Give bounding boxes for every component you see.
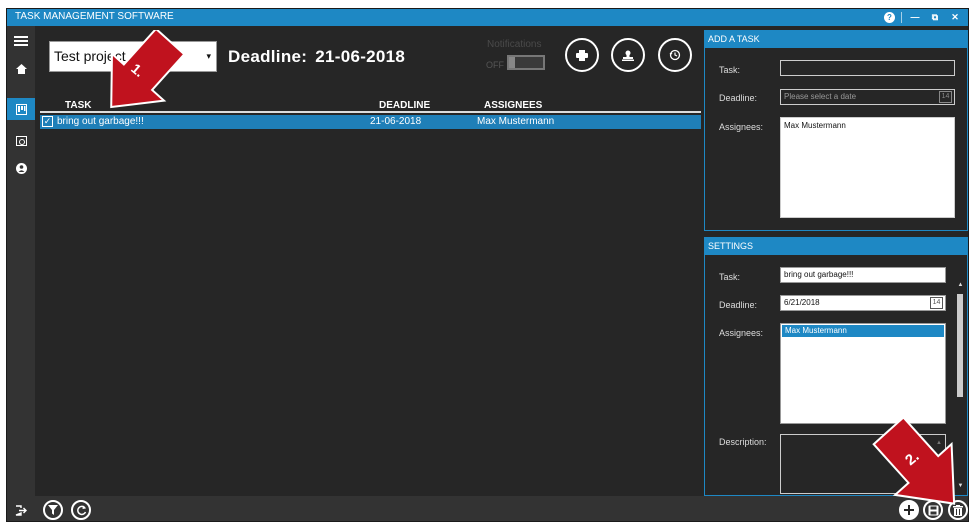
column-deadline[interactable]: DEADLINE — [379, 100, 430, 111]
title-separator — [901, 11, 902, 23]
hamburger-menu-icon[interactable] — [7, 30, 35, 52]
add-task-label: Task: — [719, 65, 741, 75]
close-icon[interactable]: ✕ — [948, 10, 962, 24]
refresh-icon[interactable] — [71, 500, 91, 520]
restore-icon[interactable]: ⧉ — [928, 10, 942, 24]
settings-task-input[interactable]: bring out garbage!!! — [780, 267, 946, 283]
bottom-bar — [7, 496, 968, 521]
calendar-icon[interactable]: 14 — [930, 297, 943, 309]
row-assignees: Max Mustermann — [477, 116, 555, 127]
print-button[interactable] — [565, 38, 599, 72]
add-deadline-picker[interactable]: Please select a date 14 — [780, 89, 955, 105]
annotation-arrow-2 — [872, 418, 956, 505]
chevron-down-icon: ▾ — [206, 51, 211, 61]
home-icon[interactable] — [7, 58, 35, 80]
minimize-icon[interactable]: — — [908, 10, 922, 24]
settings-title: SETTINGS — [705, 238, 967, 255]
settings-assignees-list[interactable]: Max Mustermann — [780, 323, 946, 424]
scrollbar-thumb[interactable] — [957, 294, 963, 397]
settings-deadline-value: 6/21/2018 — [784, 298, 820, 307]
list-item[interactable]: Max Mustermann — [784, 118, 954, 133]
add-task-input[interactable] — [780, 60, 955, 76]
notifications-label: Notifications — [487, 39, 542, 50]
calendar-history-icon[interactable] — [7, 129, 35, 151]
notifications-toggle[interactable] — [507, 55, 545, 70]
row-deadline: 21-06-2018 — [370, 116, 422, 127]
assign-user-button[interactable] — [611, 38, 645, 72]
user-icon[interactable] — [7, 157, 35, 179]
scroll-up-icon[interactable]: ▲ — [957, 282, 964, 288]
add-deadline-label: Deadline: — [719, 93, 758, 103]
history-icon — [669, 49, 681, 61]
sidebar — [7, 26, 35, 521]
settings-description-label: Description: — [719, 437, 767, 447]
task-board-icon[interactable] — [7, 98, 35, 120]
logout-icon[interactable] — [11, 500, 31, 520]
toggle-knob — [509, 57, 515, 68]
calendar-icon[interactable]: 14 — [939, 91, 952, 103]
filter-icon[interactable] — [43, 500, 63, 520]
settings-deadline-picker[interactable]: 6/21/2018 14 — [780, 295, 946, 311]
deadline-label: Deadline: — [228, 47, 308, 66]
window-title: TASK MANAGEMENT SOFTWARE — [15, 11, 174, 22]
add-task-title: ADD A TASK — [705, 31, 967, 48]
settings-assignees-label: Assignees: — [719, 328, 764, 338]
list-item[interactable]: Max Mustermann — [782, 325, 944, 337]
history-button[interactable] — [658, 38, 692, 72]
title-bar: TASK MANAGEMENT SOFTWARE ? — ⧉ ✕ — [7, 9, 968, 26]
stamp-icon — [622, 50, 634, 61]
add-deadline-placeholder: Please select a date — [784, 92, 857, 101]
add-assignees-label: Assignees: — [719, 122, 764, 132]
deadline-value: 21-06-2018 — [315, 47, 406, 66]
notifications-state: OFF — [486, 60, 504, 70]
row-checkbox[interactable]: ✓ — [42, 116, 53, 127]
column-task[interactable]: TASK — [65, 100, 91, 111]
column-assignees[interactable]: ASSIGNEES — [484, 100, 542, 111]
add-assignees-list[interactable]: Max Mustermann — [780, 117, 955, 218]
settings-deadline-label: Deadline: — [719, 300, 758, 310]
deadline-title: Deadline: 21-06-2018 — [228, 47, 405, 67]
help-icon[interactable]: ? — [884, 11, 895, 23]
add-task-panel: ADD A TASK Task: Deadline: Please select… — [704, 30, 968, 231]
print-icon — [576, 49, 588, 61]
settings-task-label: Task: — [719, 272, 741, 282]
